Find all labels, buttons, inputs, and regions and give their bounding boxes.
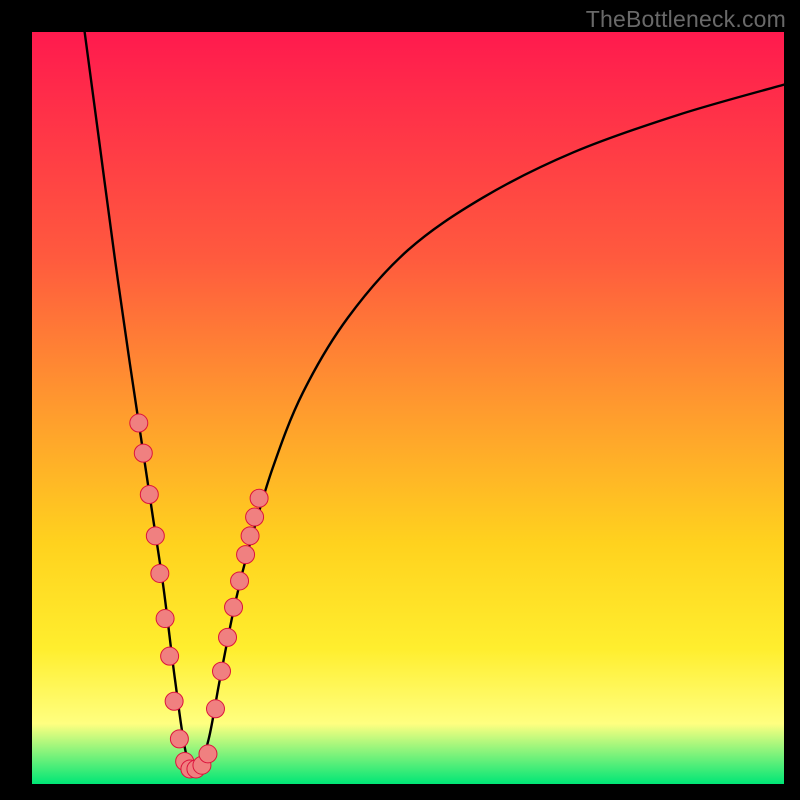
bottleneck-curve-chart bbox=[32, 32, 784, 784]
plot-area bbox=[32, 32, 784, 784]
data-point bbox=[151, 564, 169, 582]
watermark-text: TheBottleneck.com bbox=[586, 6, 786, 33]
data-point bbox=[146, 527, 164, 545]
data-point bbox=[134, 444, 152, 462]
data-point bbox=[199, 745, 217, 763]
data-point bbox=[161, 647, 179, 665]
chart-frame: TheBottleneck.com bbox=[0, 0, 800, 800]
data-point bbox=[237, 546, 255, 564]
gradient-background bbox=[32, 32, 784, 784]
data-point bbox=[170, 730, 188, 748]
data-point bbox=[156, 610, 174, 628]
data-point bbox=[213, 662, 231, 680]
data-point bbox=[165, 692, 183, 710]
data-point bbox=[219, 628, 237, 646]
data-point bbox=[206, 700, 224, 718]
data-point bbox=[231, 572, 249, 590]
data-point bbox=[130, 414, 148, 432]
data-point bbox=[241, 527, 259, 545]
data-point bbox=[140, 485, 158, 503]
data-point bbox=[246, 508, 264, 526]
data-point bbox=[250, 489, 268, 507]
data-point bbox=[225, 598, 243, 616]
